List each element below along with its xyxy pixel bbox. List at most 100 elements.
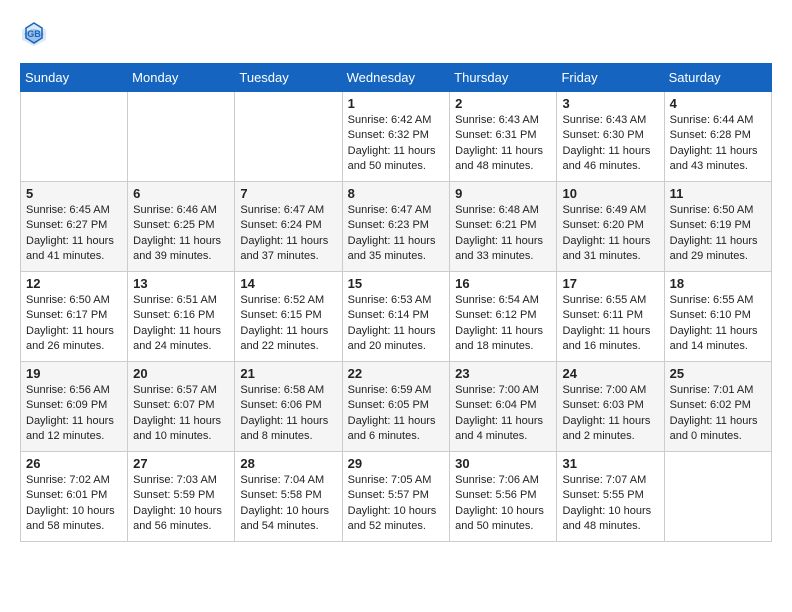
week-row-2: 5Sunrise: 6:45 AM Sunset: 6:27 PM Daylig… [21, 182, 772, 272]
cell-content: Sunrise: 6:49 AM Sunset: 6:20 PM Dayligh… [562, 203, 658, 265]
cell-content: Sunrise: 7:00 AM Sunset: 6:03 PM Dayligh… [562, 383, 658, 445]
calendar-cell: 6 Sunrise: 6:46 AM Sunset: 6:25 PM Daylig… [128, 182, 235, 272]
cell-content: Sunrise: 7:01 AM Sunset: 6:02 PM Dayligh… [670, 383, 766, 445]
day-number: 12 [26, 276, 122, 291]
cell-content: Sunrise: 6:52 AM Sunset: 6:15 PM Dayligh… [240, 293, 336, 355]
day-number: 4 [670, 96, 766, 111]
calendar-cell: 15 Sunrise: 6:53 AM Sunset: 6:14 PM Dayli… [342, 272, 450, 362]
calendar-cell: 16 Sunrise: 6:54 AM Sunset: 6:12 PM Dayli… [450, 272, 557, 362]
logo: GB [20, 20, 52, 48]
day-number: 29 [348, 456, 445, 471]
day-number: 21 [240, 366, 336, 381]
day-number: 24 [562, 366, 658, 381]
calendar-cell: 20 Sunrise: 6:57 AM Sunset: 6:07 PM Dayli… [128, 362, 235, 452]
cell-content: Sunrise: 7:06 AM Sunset: 5:56 PM Dayligh… [455, 473, 551, 535]
calendar-cell: 30 Sunrise: 7:06 AM Sunset: 5:56 PM Dayli… [450, 452, 557, 542]
day-number: 7 [240, 186, 336, 201]
day-number: 13 [133, 276, 229, 291]
cell-content: Sunrise: 7:00 AM Sunset: 6:04 PM Dayligh… [455, 383, 551, 445]
calendar-cell: 24 Sunrise: 7:00 AM Sunset: 6:03 PM Dayli… [557, 362, 664, 452]
day-number: 25 [670, 366, 766, 381]
calendar-cell: 11 Sunrise: 6:50 AM Sunset: 6:19 PM Dayli… [664, 182, 771, 272]
cell-content: Sunrise: 6:45 AM Sunset: 6:27 PM Dayligh… [26, 203, 122, 265]
day-number: 11 [670, 186, 766, 201]
svg-text:GB: GB [27, 29, 41, 39]
cell-content: Sunrise: 6:42 AM Sunset: 6:32 PM Dayligh… [348, 113, 445, 175]
cell-content: Sunrise: 6:53 AM Sunset: 6:14 PM Dayligh… [348, 293, 445, 355]
calendar-cell: 12 Sunrise: 6:50 AM Sunset: 6:17 PM Dayli… [21, 272, 128, 362]
calendar-cell: 1 Sunrise: 6:42 AM Sunset: 6:32 PM Daylig… [342, 92, 450, 182]
day-header-friday: Friday [557, 64, 664, 92]
cell-content: Sunrise: 6:59 AM Sunset: 6:05 PM Dayligh… [348, 383, 445, 445]
cell-content: Sunrise: 6:48 AM Sunset: 6:21 PM Dayligh… [455, 203, 551, 265]
day-number: 15 [348, 276, 445, 291]
day-number: 1 [348, 96, 445, 111]
day-number: 30 [455, 456, 551, 471]
cell-content: Sunrise: 6:50 AM Sunset: 6:19 PM Dayligh… [670, 203, 766, 265]
calendar-cell: 25 Sunrise: 7:01 AM Sunset: 6:02 PM Dayli… [664, 362, 771, 452]
cell-content: Sunrise: 7:05 AM Sunset: 5:57 PM Dayligh… [348, 473, 445, 535]
calendar-table: SundayMondayTuesdayWednesdayThursdayFrid… [20, 63, 772, 542]
day-number: 10 [562, 186, 658, 201]
week-row-3: 12 Sunrise: 6:50 AM Sunset: 6:17 PM Dayli… [21, 272, 772, 362]
day-number: 27 [133, 456, 229, 471]
calendar-header-row: SundayMondayTuesdayWednesdayThursdayFrid… [21, 64, 772, 92]
calendar-cell: 3Sunrise: 6:43 AM Sunset: 6:30 PM Daylig… [557, 92, 664, 182]
day-number: 23 [455, 366, 551, 381]
cell-content: Sunrise: 6:43 AM Sunset: 6:30 PM Dayligh… [562, 113, 658, 175]
cell-content: Sunrise: 7:07 AM Sunset: 5:55 PM Dayligh… [562, 473, 658, 535]
calendar-cell: 21Sunrise: 6:58 AM Sunset: 6:06 PM Dayli… [235, 362, 342, 452]
calendar-cell: 23 Sunrise: 7:00 AM Sunset: 6:04 PM Dayli… [450, 362, 557, 452]
day-number: 31 [562, 456, 658, 471]
week-row-5: 26 Sunrise: 7:02 AM Sunset: 6:01 PM Dayli… [21, 452, 772, 542]
calendar-cell: 4 Sunrise: 6:44 AM Sunset: 6:28 PM Daylig… [664, 92, 771, 182]
day-number: 28 [240, 456, 336, 471]
calendar-cell: 8Sunrise: 6:47 AM Sunset: 6:23 PM Daylig… [342, 182, 450, 272]
cell-content: Sunrise: 6:57 AM Sunset: 6:07 PM Dayligh… [133, 383, 229, 445]
cell-content: Sunrise: 7:03 AM Sunset: 5:59 PM Dayligh… [133, 473, 229, 535]
day-number: 14 [240, 276, 336, 291]
calendar-cell: 13 Sunrise: 6:51 AM Sunset: 6:16 PM Dayli… [128, 272, 235, 362]
cell-content: Sunrise: 6:50 AM Sunset: 6:17 PM Dayligh… [26, 293, 122, 355]
general-blue-icon: GB [20, 20, 48, 48]
cell-content: Sunrise: 7:02 AM Sunset: 6:01 PM Dayligh… [26, 473, 122, 535]
calendar-cell [664, 452, 771, 542]
day-header-sunday: Sunday [21, 64, 128, 92]
page-header: GB [20, 20, 772, 48]
day-number: 6 [133, 186, 229, 201]
calendar-cell [128, 92, 235, 182]
cell-content: Sunrise: 6:54 AM Sunset: 6:12 PM Dayligh… [455, 293, 551, 355]
day-number: 18 [670, 276, 766, 291]
calendar-cell: 14 Sunrise: 6:52 AM Sunset: 6:15 PM Dayli… [235, 272, 342, 362]
cell-content: Sunrise: 6:44 AM Sunset: 6:28 PM Dayligh… [670, 113, 766, 175]
cell-content: Sunrise: 6:43 AM Sunset: 6:31 PM Dayligh… [455, 113, 551, 175]
calendar-cell: 17 Sunrise: 6:55 AM Sunset: 6:11 PM Dayli… [557, 272, 664, 362]
day-number: 26 [26, 456, 122, 471]
calendar-cell: 10 Sunrise: 6:49 AM Sunset: 6:20 PM Dayli… [557, 182, 664, 272]
calendar-cell [235, 92, 342, 182]
day-header-monday: Monday [128, 64, 235, 92]
calendar-cell: 19Sunrise: 6:56 AM Sunset: 6:09 PM Dayli… [21, 362, 128, 452]
calendar-cell: 29 Sunrise: 7:05 AM Sunset: 5:57 PM Dayli… [342, 452, 450, 542]
calendar-cell: 9 Sunrise: 6:48 AM Sunset: 6:21 PM Daylig… [450, 182, 557, 272]
day-number: 20 [133, 366, 229, 381]
cell-content: Sunrise: 6:47 AM Sunset: 6:24 PM Dayligh… [240, 203, 336, 265]
calendar-cell: 7 Sunrise: 6:47 AM Sunset: 6:24 PM Daylig… [235, 182, 342, 272]
cell-content: Sunrise: 6:51 AM Sunset: 6:16 PM Dayligh… [133, 293, 229, 355]
day-header-wednesday: Wednesday [342, 64, 450, 92]
day-header-saturday: Saturday [664, 64, 771, 92]
calendar-cell [21, 92, 128, 182]
day-number: 17 [562, 276, 658, 291]
calendar-cell: 2 Sunrise: 6:43 AM Sunset: 6:31 PM Daylig… [450, 92, 557, 182]
day-number: 16 [455, 276, 551, 291]
calendar-cell: 18 Sunrise: 6:55 AM Sunset: 6:10 PM Dayli… [664, 272, 771, 362]
week-row-4: 19Sunrise: 6:56 AM Sunset: 6:09 PM Dayli… [21, 362, 772, 452]
cell-content: Sunrise: 7:04 AM Sunset: 5:58 PM Dayligh… [240, 473, 336, 535]
cell-content: Sunrise: 6:55 AM Sunset: 6:11 PM Dayligh… [562, 293, 658, 355]
calendar-cell: 22Sunrise: 6:59 AM Sunset: 6:05 PM Dayli… [342, 362, 450, 452]
cell-content: Sunrise: 6:46 AM Sunset: 6:25 PM Dayligh… [133, 203, 229, 265]
day-number: 9 [455, 186, 551, 201]
cell-content: Sunrise: 6:55 AM Sunset: 6:10 PM Dayligh… [670, 293, 766, 355]
calendar-cell: 28 Sunrise: 7:04 AM Sunset: 5:58 PM Dayli… [235, 452, 342, 542]
day-number: 2 [455, 96, 551, 111]
